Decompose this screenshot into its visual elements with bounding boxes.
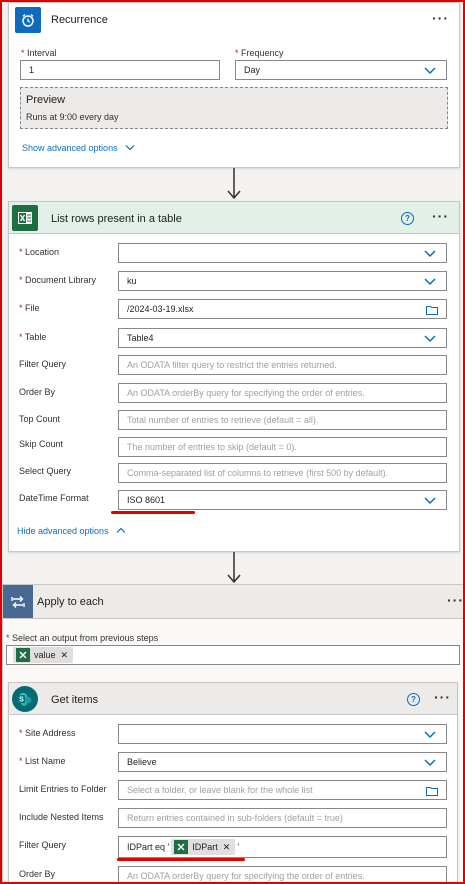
list-name-label: * List Name [19,756,66,766]
token-label: value [34,650,56,660]
limit-folder-input[interactable]: Select a folder, or leave blank for the … [118,780,447,800]
token-label: IDPart [192,842,218,852]
help-icon[interactable]: ? [407,693,420,706]
order-by-input[interactable]: An ODATA orderBy query for specifying th… [118,383,447,403]
interval-label: * Interval [21,48,57,58]
card-title: Get items [51,694,99,706]
order-by-label: Order By [19,387,56,397]
skip-count-input[interactable]: The number of entries to skip (default =… [118,437,447,457]
select-query-input[interactable]: Comma-separated list of columns to retri… [118,463,447,483]
site-address-label: * Site Address [19,728,76,738]
site-address-dropdown[interactable] [118,724,447,744]
list-rows-header[interactable]: List rows present in a table ? ··· [9,202,459,234]
frequency-dropdown[interactable]: Day [235,60,447,80]
list-name-dropdown[interactable]: Believe [118,752,447,772]
svg-text:S: S [19,697,24,704]
skip-count-label: Skip Count [19,439,64,449]
interval-input[interactable]: 1 [20,60,220,80]
excel-icon [174,840,189,854]
get-items-card: S Get items ? ··· * Site Address * List … [8,682,458,884]
file-label: * File [19,303,40,313]
chevron-down-icon [424,759,436,767]
order-by-label: Order By [19,869,56,879]
hide-advanced-options-link[interactable]: Hide advanced options [17,526,126,536]
filter-query-input[interactable]: An ODATA filter query to restrict the en… [118,355,447,375]
more-options-icon[interactable]: ··· [432,10,449,26]
chevron-down-icon [424,278,436,286]
close-icon[interactable]: ✕ [61,650,69,661]
folder-icon[interactable] [426,786,438,796]
location-dropdown[interactable] [118,243,447,263]
recurrence-header[interactable]: Recurrence ··· [9,3,459,37]
annotation-underline [111,511,195,514]
help-icon[interactable]: ? [401,212,414,225]
more-options-icon[interactable]: ··· [434,689,451,705]
folder-icon[interactable] [426,305,438,315]
chevron-down-icon [424,497,436,505]
chevron-down-icon [424,335,436,343]
recurrence-card: Recurrence ··· * Interval 1 * Frequency … [8,2,460,168]
select-query-label: Select Query [19,466,72,476]
top-count-input[interactable]: Total number of entries to retrieve (def… [118,410,447,430]
datetime-format-label: DateTime Format [19,493,89,503]
select-output-label: * Select an output from previous steps [6,633,159,643]
dynamic-content-token[interactable]: IDPart ✕ [171,839,236,855]
filter-query-label: Filter Query [19,840,67,850]
datetime-format-dropdown[interactable]: ISO 8601 [118,490,447,510]
excel-icon [16,648,30,662]
apply-to-each-header[interactable]: Apply to each ··· [3,585,464,619]
frequency-label: * Frequency [235,48,284,58]
preview-text: Runs at 9:00 every day [26,112,119,122]
location-label: * Location [19,247,60,257]
flow-arrow-icon [227,552,241,584]
document-library-label: * Document Library [19,275,97,285]
chevron-down-icon [424,67,436,75]
chevron-down-icon [424,250,436,258]
excel-icon [12,205,38,231]
document-library-dropdown[interactable]: ku [118,271,447,291]
annotation-underline [117,858,245,861]
filter-query-input[interactable]: IDPart eq ' IDPart ✕ ' [118,836,447,858]
filter-query-label: Filter Query [19,359,67,369]
show-advanced-options-link[interactable]: Show advanced options [22,143,135,153]
filter-suffix-text: ' [237,842,240,852]
chevron-up-icon [116,527,126,533]
preview-box: Preview Runs at 9:00 every day [20,87,448,129]
select-output-input[interactable] [6,645,460,665]
more-options-icon[interactable]: ··· [447,592,464,608]
top-count-label: Top Count [19,414,61,424]
loop-icon [3,585,33,618]
sharepoint-icon: S [12,686,38,712]
close-icon[interactable]: ✕ [223,842,231,853]
chevron-down-icon [125,145,135,151]
table-dropdown[interactable]: Table4 [118,328,447,348]
chevron-down-icon [424,731,436,739]
filter-prefix-text: IDPart eq ' [127,842,170,852]
nested-items-input[interactable]: Return entries contained in sub-folders … [118,808,447,828]
list-rows-card: List rows present in a table ? ··· * Loc… [8,201,460,552]
more-options-icon[interactable]: ··· [432,208,449,224]
alarm-clock-icon [15,7,41,33]
card-title: List rows present in a table [51,213,182,225]
file-input[interactable]: /2024-03-19.xlsx [118,299,447,319]
nested-items-label: Include Nested Items [19,812,104,822]
order-by-input[interactable]: An ODATA orderBy query for specifying th… [118,866,447,884]
limit-folder-label: Limit Entries to Folder [19,784,107,794]
card-title: Recurrence [51,14,108,26]
get-items-header[interactable]: S Get items ? ··· [9,683,457,715]
container-title: Apply to each [37,596,104,608]
flow-arrow-icon [227,168,241,200]
dynamic-content-token[interactable]: value ✕ [13,647,74,663]
table-label: * Table [19,332,47,342]
preview-title: Preview [26,94,66,106]
